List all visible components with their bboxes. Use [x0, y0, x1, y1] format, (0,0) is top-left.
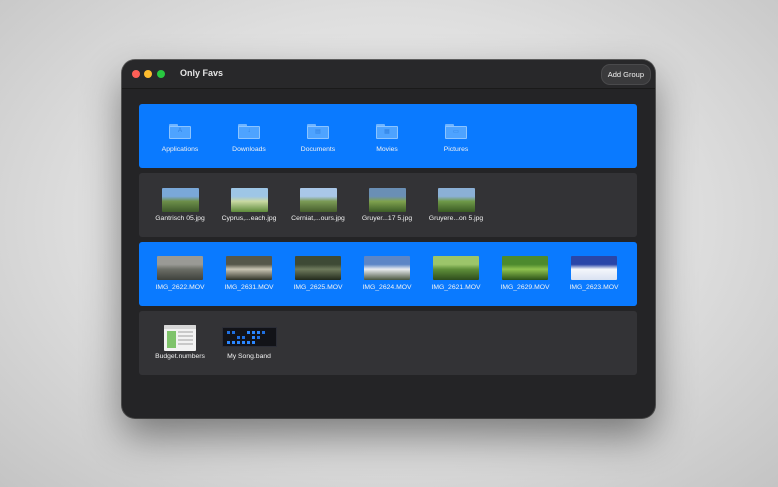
favorite-item[interactable]: ▦ Movies: [357, 104, 417, 168]
app-window: Only Favs Add Group A Applications ↓ Dow…: [122, 60, 655, 418]
item-label: Budget.numbers: [155, 353, 205, 360]
favorite-item[interactable]: Budget.numbers: [150, 311, 210, 375]
minimize-button[interactable]: [144, 70, 152, 78]
item-label: Gruyere...on 5.jpg: [428, 215, 484, 222]
favorite-item[interactable]: ▭ Pictures: [426, 104, 486, 168]
item-label: My Song.band: [227, 353, 271, 360]
group-folders[interactable]: A Applications ↓ Downloads ▤ Documents ▦…: [139, 104, 637, 168]
close-button[interactable]: [132, 70, 140, 78]
favorite-item[interactable]: IMG_2629.MOV: [495, 242, 555, 306]
favorite-item[interactable]: IMG_2624.MOV: [357, 242, 417, 306]
video-thumbnail: [157, 256, 203, 280]
pictures-folder-icon: ▭: [445, 124, 467, 139]
movies-folder-icon: ▦: [376, 124, 398, 139]
item-label: IMG_2631.MOV: [224, 284, 274, 291]
favorite-item[interactable]: IMG_2631.MOV: [219, 242, 279, 306]
item-label: IMG_2621.MOV: [431, 284, 481, 291]
video-thumbnail: [433, 256, 479, 280]
photo-thumbnail: [438, 188, 475, 212]
photo-thumbnail: [162, 188, 199, 212]
item-label: IMG_2623.MOV: [569, 284, 619, 291]
numbers-document-icon: [164, 325, 196, 351]
group-videos[interactable]: IMG_2622.MOV IMG_2631.MOV IMG_2625.MOV I…: [139, 242, 637, 306]
favorite-item[interactable]: IMG_2622.MOV: [150, 242, 210, 306]
item-label: Downloads: [232, 146, 266, 153]
photo-thumbnail: [300, 188, 337, 212]
video-thumbnail: [502, 256, 548, 280]
favorite-item[interactable]: IMG_2621.MOV: [426, 242, 486, 306]
item-label: Gruyer...17 5.jpg: [361, 215, 413, 222]
garageband-document-icon: [222, 327, 277, 347]
item-label: IMG_2624.MOV: [362, 284, 412, 291]
add-group-button[interactable]: Add Group: [600, 64, 651, 85]
item-label: Applications: [161, 146, 199, 153]
favorite-item[interactable]: A Applications: [150, 104, 210, 168]
item-label: Gantrisch 05.jpg: [155, 215, 205, 222]
favorite-item[interactable]: Cyprus,...each.jpg: [219, 173, 279, 237]
favorite-item[interactable]: Cerniat,...ours.jpg: [288, 173, 348, 237]
favorite-item[interactable]: ↓ Downloads: [219, 104, 279, 168]
item-label: Pictures: [443, 146, 469, 153]
item-label: Documents: [300, 146, 336, 153]
applications-folder-icon: A: [169, 124, 191, 139]
favorite-item[interactable]: IMG_2623.MOV: [564, 242, 624, 306]
video-thumbnail: [571, 256, 617, 280]
item-label: Movies: [376, 146, 398, 153]
window-title: Only Favs: [180, 68, 224, 78]
downloads-folder-icon: ↓: [238, 124, 260, 139]
item-label: Cerniat,...ours.jpg: [291, 215, 345, 222]
photo-thumbnail: [369, 188, 406, 212]
item-label: Cyprus,...each.jpg: [221, 215, 277, 222]
photo-thumbnail: [231, 188, 268, 212]
video-thumbnail: [295, 256, 341, 280]
favorite-item[interactable]: Gantrisch 05.jpg: [150, 173, 210, 237]
group-photos[interactable]: Gantrisch 05.jpg Cyprus,...each.jpg Cern…: [139, 173, 637, 237]
favorite-item[interactable]: My Song.band: [219, 311, 279, 375]
zoom-button[interactable]: [157, 70, 165, 78]
item-label: IMG_2629.MOV: [500, 284, 550, 291]
group-documents[interactable]: Budget.numbers My Song.band: [139, 311, 637, 375]
video-thumbnail: [226, 256, 272, 280]
title-bar: Only Favs Add Group: [122, 60, 655, 89]
video-thumbnail: [364, 256, 410, 280]
favorite-item[interactable]: Gruyer...17 5.jpg: [357, 173, 417, 237]
favorite-item[interactable]: ▤ Documents: [288, 104, 348, 168]
item-label: IMG_2625.MOV: [293, 284, 343, 291]
item-label: IMG_2622.MOV: [155, 284, 205, 291]
documents-folder-icon: ▤: [307, 124, 329, 139]
favorite-item[interactable]: Gruyere...on 5.jpg: [426, 173, 486, 237]
favorite-item[interactable]: IMG_2625.MOV: [288, 242, 348, 306]
